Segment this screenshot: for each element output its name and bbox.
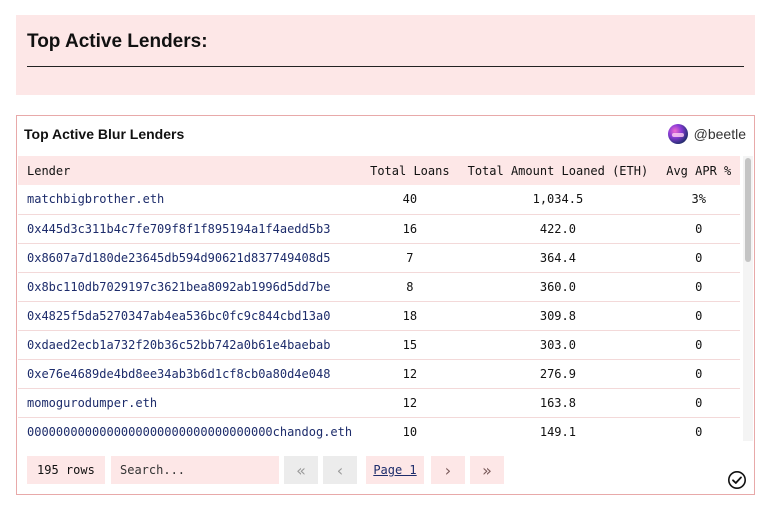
avatar <box>667 124 688 144</box>
double-chevron-left-icon: « <box>296 460 306 480</box>
apr-cell: 0 <box>657 388 740 418</box>
lender-cell[interactable]: momogurodumper.eth <box>18 388 362 418</box>
table-footer: 195 rows « ‹ Page 1 › » <box>17 456 754 489</box>
apr-cell: 0 <box>657 243 740 273</box>
table-row: 0x445d3c311b4c7fe709f8f1f895194a1f4aedd5… <box>18 214 740 244</box>
apr-cell: 0 <box>657 330 740 360</box>
amount-cell: 309.8 <box>458 301 658 331</box>
table-row: 0x4825f5da5270347ab4ea536bc0fc9c844cbd13… <box>18 301 740 331</box>
table-container: Lender Total Loans Total Amount Loaned (… <box>18 156 740 441</box>
apr-cell: 0 <box>657 214 740 244</box>
card-title: Top Active Blur Lenders <box>24 126 185 142</box>
lender-cell[interactable]: 0x4825f5da5270347ab4ea536bc0fc9c844cbd13… <box>18 301 362 331</box>
amount-cell: 360.0 <box>458 272 658 302</box>
last-page-button[interactable]: » <box>470 456 504 484</box>
lender-cell[interactable]: matchbigbrother.eth <box>18 185 362 215</box>
scrollbar-thumb[interactable] <box>745 158 751 262</box>
lender-cell[interactable]: 0xdaed2ecb1a732f20b36c52bb742a0b61e4baeb… <box>18 330 362 360</box>
lender-cell[interactable]: 0000000000000000000000000000000000chando… <box>18 417 362 441</box>
column-header-total-loans[interactable]: Total Loans <box>361 156 459 185</box>
apr-cell: 3% <box>657 185 740 215</box>
next-page-button[interactable]: › <box>431 456 465 484</box>
table-scrollbar[interactable] <box>743 156 753 441</box>
header-divider <box>27 66 744 67</box>
table-row: 0xdaed2ecb1a732f20b36c52bb742a0b61e4baeb… <box>18 330 740 360</box>
author-link[interactable]: @beetle <box>667 124 746 144</box>
lender-cell[interactable]: 0xe76e4689de4bd8ee34ab3b6d1cf8cb0a80d4e0… <box>18 359 362 389</box>
check-circle-icon[interactable] <box>727 470 747 490</box>
chevron-left-icon: ‹ <box>336 460 344 480</box>
page-indicator[interactable]: Page 1 <box>366 456 424 484</box>
apr-cell: 0 <box>657 301 740 331</box>
apr-cell: 0 <box>657 359 740 389</box>
apr-cell: 0 <box>657 417 740 441</box>
table-row: 0x8607a7d180de23645db594d90621d837749408… <box>18 243 740 273</box>
lenders-table: Lender Total Loans Total Amount Loaned (… <box>18 156 740 441</box>
double-chevron-right-icon: » <box>482 460 492 480</box>
loans-cell: 12 <box>361 388 459 418</box>
chevron-right-icon: › <box>444 460 452 480</box>
table-row: matchbigbrother.eth 40 1,034.5 3% <box>18 185 740 215</box>
search-input[interactable] <box>111 456 279 484</box>
loans-cell: 12 <box>361 359 459 389</box>
table-header-row: Lender Total Loans Total Amount Loaned (… <box>18 156 740 185</box>
loans-cell: 40 <box>361 185 459 215</box>
page-title: Top Active Lenders: <box>27 31 208 52</box>
table-row: 0000000000000000000000000000000000chando… <box>18 417 740 441</box>
amount-cell: 303.0 <box>458 330 658 360</box>
amount-cell: 364.4 <box>458 243 658 273</box>
header-panel: Top Active Lenders: <box>16 15 755 95</box>
author-name: @beetle <box>693 126 746 142</box>
amount-cell: 1,034.5 <box>458 185 658 215</box>
loans-cell: 18 <box>361 301 459 331</box>
loans-cell: 8 <box>361 272 459 302</box>
table-row: 0xe76e4689de4bd8ee34ab3b6d1cf8cb0a80d4e0… <box>18 359 740 389</box>
lender-cell[interactable]: 0x8bc110db7029197c3621bea8092ab1996d5dd7… <box>18 272 362 302</box>
apr-cell: 0 <box>657 272 740 302</box>
column-header-total-amount[interactable]: Total Amount Loaned (ETH) <box>458 156 658 185</box>
table-row: momogurodumper.eth 12 163.8 0 <box>18 388 740 418</box>
row-count-badge: 195 rows <box>27 456 105 484</box>
amount-cell: 422.0 <box>458 214 658 244</box>
prev-page-button[interactable]: ‹ <box>323 456 357 484</box>
loans-cell: 16 <box>361 214 459 244</box>
lender-cell[interactable]: 0x445d3c311b4c7fe709f8f1f895194a1f4aedd5… <box>18 214 362 244</box>
loans-cell: 7 <box>361 243 459 273</box>
loans-cell: 10 <box>361 417 459 441</box>
amount-cell: 163.8 <box>458 388 658 418</box>
column-header-avg-apr[interactable]: Avg APR % <box>657 156 740 185</box>
amount-cell: 276.9 <box>458 359 658 389</box>
lender-cell[interactable]: 0x8607a7d180de23645db594d90621d837749408… <box>18 243 362 273</box>
lenders-card: Top Active Blur Lenders @beetle Lender T… <box>16 115 755 495</box>
table-row: 0x8bc110db7029197c3621bea8092ab1996d5dd7… <box>18 272 740 302</box>
first-page-button[interactable]: « <box>284 456 318 484</box>
amount-cell: 149.1 <box>458 417 658 441</box>
column-header-lender[interactable]: Lender <box>18 156 362 185</box>
loans-cell: 15 <box>361 330 459 360</box>
